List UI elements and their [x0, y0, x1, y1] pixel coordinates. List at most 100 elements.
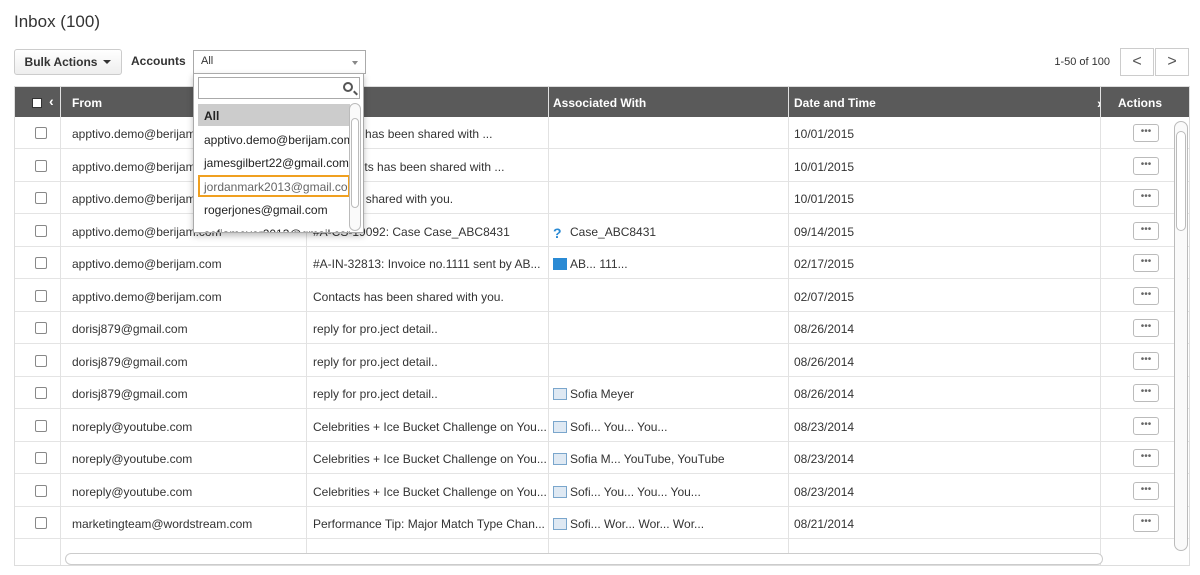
table-row[interactable]: apptivo.demo@berijam.com Documents has be… — [15, 149, 1189, 182]
row-date: 10/01/2015 — [794, 159, 855, 174]
vertical-scrollbar-thumb[interactable] — [1176, 131, 1186, 231]
row-checkbox[interactable] — [35, 257, 47, 269]
row-from: noreply@youtube.com — [72, 452, 193, 466]
dropdown-search-input[interactable] — [198, 77, 360, 99]
table-row[interactable]: apptivo.demo@berijam.com Contacts has bee… — [15, 279, 1189, 312]
building-icon — [553, 258, 567, 270]
dropdown-option[interactable]: jamesgilbert22@gmail.com — [198, 151, 350, 173]
row-subject[interactable]: #A-IN-32813: Invoice no.1111 sent by AB.… — [313, 257, 548, 271]
row-date: 08/26/2014 — [794, 387, 855, 401]
table-row[interactable]: marketingteam@wordstream.com Performance … — [15, 507, 1189, 539]
grid-header: ‹ From Associated With Date and Time › A… — [15, 87, 1189, 117]
row-associated-text[interactable]: Case_ABC8431 — [570, 225, 656, 239]
row-actions-button[interactable]: ••• — [1133, 449, 1159, 467]
table-row[interactable]: apptivo.demo@berijam.com #A-IN-32813: Inv… — [15, 247, 1189, 279]
row-subject[interactable]: Celebrities + Ice Bucket Challenge on Yo… — [313, 485, 548, 499]
row-actions-button[interactable]: ••• — [1133, 481, 1159, 500]
row-checkbox[interactable] — [35, 452, 47, 464]
row-associated-text[interactable]: Sofi... You... You... You... — [570, 485, 701, 499]
table-row[interactable]: apptivo.demo@berijam.com has been shared … — [15, 182, 1189, 214]
table-row[interactable]: dorisj879@gmail.com reply for pro.ject de… — [15, 312, 1189, 344]
row-associated: ? Case_ABC8431 — [553, 225, 793, 239]
table-row[interactable]: apptivo.demo@berijam.com #A-CS-19092: Cas… — [15, 214, 1189, 247]
row-associated-text[interactable]: Sofia Meyer — [570, 387, 634, 401]
row-checkbox[interactable] — [35, 419, 47, 432]
row-from: noreply@youtube.com — [72, 484, 193, 499]
row-from: dorisj879@gmail.com — [72, 322, 188, 336]
row-checkbox[interactable] — [35, 354, 47, 367]
bulk-actions-button[interactable]: Bulk Actions — [14, 49, 122, 75]
row-checkbox[interactable] — [35, 127, 47, 139]
contact-card-icon — [553, 420, 567, 433]
row-date: 08/23/2014 — [794, 484, 855, 499]
next-page-button[interactable]: > — [1155, 48, 1189, 76]
dropdown-option[interactable]: jordanmark2013@gmail.com — [198, 174, 350, 197]
dropdown-option[interactable]: All — [198, 104, 350, 126]
row-actions-button[interactable]: ••• — [1133, 286, 1159, 305]
row-associated-text[interactable]: AB... 111... — [570, 257, 628, 271]
row-checkbox[interactable] — [35, 159, 47, 172]
horizontal-scrollbar[interactable] — [65, 553, 1103, 565]
row-checkbox[interactable] — [35, 484, 47, 497]
column-header-date[interactable]: Date and Time — [794, 96, 876, 110]
table-row[interactable]: apptivo.demo@berijam.com Info.docx has be… — [15, 117, 1189, 149]
row-checkbox[interactable] — [35, 289, 47, 302]
row-actions-button[interactable]: ••• — [1133, 384, 1159, 402]
column-header-from[interactable]: From — [72, 96, 102, 110]
row-subject[interactable]: reply for pro.ject detail.. — [313, 355, 548, 369]
select-all-checkbox[interactable] — [32, 98, 42, 108]
table-row[interactable]: dorisj879@gmail.com reply for pro.ject de… — [15, 344, 1189, 377]
pager-text: 1-50 of 100 — [1054, 56, 1110, 68]
row-checkbox[interactable] — [35, 517, 47, 529]
row-associated: Sofi... You... You... — [553, 420, 793, 434]
table-row[interactable]: noreply@youtube.com Celebrities + Ice Buc… — [15, 409, 1189, 442]
row-actions-button[interactable]: ••• — [1133, 189, 1159, 207]
row-checkbox[interactable] — [35, 192, 47, 204]
dropdown-option[interactable]: apptivo.demo@berijam.com — [198, 128, 350, 150]
row-subject[interactable]: reply for pro.ject detail.. — [313, 322, 548, 336]
row-actions-button[interactable]: ••• — [1133, 124, 1159, 142]
row-checkbox[interactable] — [35, 322, 47, 334]
table-row[interactable]: dorisj879@gmail.com reply for pro.ject de… — [15, 377, 1189, 409]
row-actions-button[interactable]: ••• — [1133, 514, 1159, 532]
row-associated-text[interactable]: Sofi... Wor... Wor... Wor... — [570, 517, 704, 531]
accounts-selected-value: All — [201, 55, 214, 67]
search-icon — [343, 82, 353, 92]
column-header-associated[interactable]: Associated With — [553, 96, 646, 110]
row-subject[interactable]: Contacts has been shared with you. — [313, 290, 548, 304]
row-actions-button[interactable]: ••• — [1133, 351, 1159, 370]
row-associated: Sofi... You... You... You... — [553, 485, 793, 499]
row-subject[interactable]: Celebrities + Ice Bucket Challenge on Yo… — [313, 452, 548, 466]
row-from: apptivo.demo@berijam.com — [72, 257, 222, 271]
row-actions-button[interactable]: ••• — [1133, 221, 1159, 240]
row-associated: Sofia Meyer — [553, 387, 793, 401]
row-date: 08/23/2014 — [794, 419, 855, 434]
table-row[interactable]: noreply@youtube.com Celebrities + Ice Buc… — [15, 442, 1189, 474]
row-from: noreply@youtube.com — [72, 419, 193, 434]
row-associated: AB... 111... — [553, 257, 793, 271]
row-actions-button[interactable]: ••• — [1133, 254, 1159, 272]
row-actions-button[interactable]: ••• — [1133, 319, 1159, 337]
email-grid: ‹ From Associated With Date and Time › A… — [14, 86, 1190, 566]
row-checkbox[interactable] — [35, 387, 47, 399]
row-subject[interactable]: Celebrities + Ice Bucket Challenge on Yo… — [313, 420, 548, 434]
row-associated-text[interactable]: Sofia M... YouTube, YouTube — [570, 452, 725, 466]
accounts-select[interactable]: All — [193, 50, 366, 74]
row-associated-text[interactable]: Sofi... You... You... — [570, 420, 667, 434]
contact-card-icon — [553, 485, 567, 498]
dropdown-option[interactable]: rogerjones@gmail.com — [198, 198, 350, 220]
row-subject[interactable]: Performance Tip: Major Match Type Chan..… — [313, 517, 548, 531]
row-actions-button[interactable]: ••• — [1133, 416, 1159, 435]
collapse-left-icon[interactable]: ‹ — [49, 93, 54, 109]
prev-page-button[interactable]: < — [1120, 48, 1154, 76]
dropdown-option[interactable]: sofiameyer2013@gmail.com — [198, 222, 350, 233]
case-icon: ? — [553, 224, 562, 239]
row-checkbox[interactable] — [35, 224, 47, 237]
select-arrow-icon — [352, 61, 358, 65]
contact-card-icon — [553, 518, 567, 530]
table-row[interactable]: noreply@youtube.com Celebrities + Ice Buc… — [15, 474, 1189, 507]
row-subject[interactable]: reply for pro.ject detail.. — [313, 387, 548, 401]
row-actions-button[interactable]: ••• — [1133, 156, 1159, 175]
dropdown-scrollbar-thumb[interactable] — [351, 118, 359, 208]
bulk-actions-label: Bulk Actions — [24, 55, 98, 69]
